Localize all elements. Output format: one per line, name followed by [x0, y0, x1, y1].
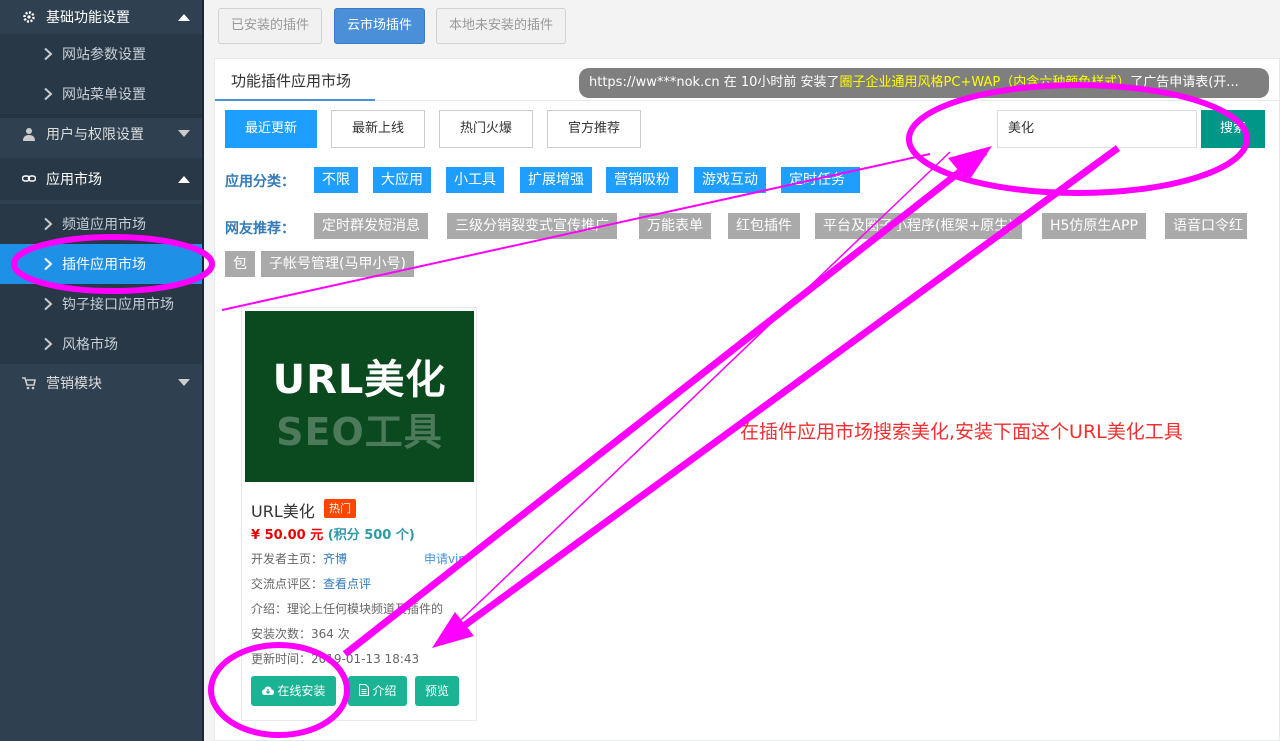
- search-button[interactable]: 搜索: [1201, 110, 1265, 148]
- recommend-chip[interactable]: H5仿原生APP: [1042, 213, 1146, 239]
- category-chip[interactable]: 不限: [314, 167, 358, 193]
- install-count: 安装次数：364 次: [251, 627, 350, 641]
- category-chip[interactable]: 定时任务: [781, 167, 860, 193]
- panel-tab-divider: [375, 100, 1279, 101]
- recommend-chip[interactable]: 三级分销裂变式宣传推广: [447, 213, 617, 239]
- developer-label: 开发者主页：: [251, 552, 324, 566]
- sidebar-item-label: 插件应用市场: [62, 257, 146, 273]
- sidebar-item-site-menu[interactable]: 网站菜单设置: [0, 74, 202, 114]
- comment-label: 交流点评区：: [251, 577, 324, 591]
- sidebar-item-site-params[interactable]: 网站参数设置: [0, 34, 202, 74]
- recommend-chip[interactable]: 红包插件: [728, 213, 800, 239]
- thumbnail-subtitle: SEO工具: [276, 410, 443, 454]
- sidebar-item-plugin-market[interactable]: 插件应用市场: [0, 244, 202, 284]
- sidebar-item-label: 频道应用市场: [62, 217, 146, 233]
- caret-down-icon: [178, 130, 190, 137]
- panel-tab-label: 功能插件应用市场: [231, 72, 352, 90]
- chevron-right-icon: [44, 257, 53, 271]
- document-icon: [358, 683, 369, 697]
- recommend-chip[interactable]: 平台及圈子小程序(框架+原生): [815, 213, 1022, 239]
- developer-link[interactable]: 齐博: [323, 552, 347, 566]
- sidebar-group-users-label: 用户与权限设置: [46, 127, 144, 143]
- link-icon: [22, 175, 36, 182]
- sidebar-group-basic[interactable]: 基础功能设置: [0, 0, 202, 38]
- caret-up-icon: [178, 14, 190, 21]
- notice-suffix: 了广告申请表(开...: [1130, 75, 1239, 90]
- chevron-right-icon: [44, 337, 53, 351]
- hot-badge: 热门: [324, 499, 356, 518]
- recommend-chip[interactable]: 万能表单: [639, 213, 711, 239]
- sidebar-item-label: 网站参数设置: [62, 47, 146, 63]
- intro-button[interactable]: 介绍: [348, 676, 407, 706]
- developer-line: 开发者主页：齐博: [251, 550, 347, 567]
- comment-line: 交流点评区：查看点评: [251, 575, 371, 592]
- plugin-title[interactable]: URL美化: [251, 498, 315, 522]
- sidebar-group-app-market[interactable]: 应用市场: [0, 158, 202, 200]
- recommend-chip[interactable]: 语音口令红: [1165, 213, 1247, 239]
- sidebar-item-label: 钩子接口应用市场: [62, 297, 174, 313]
- apply-vip-link[interactable]: 申请vip: [424, 550, 466, 567]
- recommend-chip[interactable]: 定时群发短消息: [314, 213, 428, 239]
- intro-label: 介绍: [372, 684, 397, 698]
- category-chip[interactable]: 小工具: [446, 167, 504, 193]
- tab-plugin-market[interactable]: 功能插件应用市场: [215, 59, 375, 101]
- chevron-right-icon: [44, 47, 53, 61]
- view-comments-link[interactable]: 查看点评: [323, 577, 371, 591]
- cloud-download-icon: [261, 686, 274, 695]
- sidebar-item-hook-market[interactable]: 钩子接口应用市场: [0, 284, 202, 324]
- notice-prefix: https://ww***nok.cn 在 10小时前 安装了: [589, 75, 840, 90]
- sidebar-group-app-market-label: 应用市场: [46, 172, 102, 188]
- main-content: 已安装的插件 云市场插件 本地未安装的插件 功能插件应用市场 最近更新 最新上线…: [204, 0, 1280, 741]
- tab-installed-plugins[interactable]: 已安装的插件: [218, 8, 323, 44]
- sort-official-button[interactable]: 官方推荐: [547, 110, 641, 148]
- sidebar-item-label: 风格市场: [62, 337, 118, 353]
- install-online-button[interactable]: 在线安装: [251, 676, 336, 706]
- preview-button[interactable]: 预览: [415, 676, 459, 706]
- notice-highlight: 圈子企业通用风格PC+WAP（内含六种颜色样式）: [839, 75, 1131, 90]
- thumbnail-title: URL美化: [272, 357, 447, 403]
- chevron-right-icon: [44, 87, 53, 101]
- recommend-chip[interactable]: 子帐号管理(马甲小号): [261, 251, 414, 277]
- cart-icon: [22, 377, 36, 390]
- tab-cloud-plugins[interactable]: 云市场插件: [334, 8, 426, 44]
- sidebar-group-basic-label: 基础功能设置: [46, 10, 130, 26]
- install-online-label: 在线安装: [277, 684, 326, 698]
- category-chip[interactable]: 游戏互动: [694, 167, 766, 193]
- sidebar-group-users[interactable]: 用户与权限设置: [0, 113, 202, 155]
- price-points: (积分 500 个): [327, 528, 415, 543]
- caret-down-icon: [178, 379, 190, 386]
- caret-up-icon: [178, 176, 190, 183]
- search-input[interactable]: 美化: [997, 110, 1197, 148]
- category-chip[interactable]: 大应用: [373, 167, 431, 193]
- chevron-right-icon: [44, 297, 53, 311]
- sidebar: 基础功能设置 网站参数设置 网站菜单设置 用户与权限设置 应用市场 频道应用市场…: [0, 0, 202, 741]
- category-chip[interactable]: 扩展增强: [520, 167, 592, 193]
- install-notice-banner: https://ww***nok.cn 在 10小时前 安装了圈子企业通用风格P…: [579, 68, 1269, 98]
- category-chip[interactable]: 营销吸粉: [606, 167, 678, 193]
- plugin-intro: 介绍：理论上任何模块频道及插件的: [251, 602, 444, 616]
- sort-latest-update-button[interactable]: 最近更新: [225, 110, 317, 148]
- sidebar-item-style-market[interactable]: 风格市场: [0, 324, 202, 364]
- plugin-card: URL美化 SEO工具 URL美化 热门 ¥ 50.00 元 (积分 500 个…: [241, 307, 477, 721]
- recommend-label: 网友推荐：: [225, 221, 295, 237]
- recommend-chip[interactable]: 包: [225, 251, 255, 277]
- user-icon: [23, 128, 35, 141]
- tab-local-uninstalled[interactable]: 本地未安装的插件: [436, 8, 567, 44]
- instruction-text: 在插件应用市场搜索美化,安装下面这个URL美化工具: [740, 421, 1183, 443]
- update-time: 更新时间：2019-01-13 18:43: [251, 652, 420, 666]
- sidebar-item-channel-market[interactable]: 频道应用市场: [0, 204, 202, 244]
- sort-hot-button[interactable]: 热门火爆: [439, 110, 533, 148]
- sidebar-group-marketing[interactable]: 营销模块: [0, 362, 202, 404]
- plugin-price: ¥ 50.00 元 (积分 500 个): [251, 524, 415, 543]
- category-label: 应用分类：: [225, 174, 295, 190]
- sort-newest-button[interactable]: 最新上线: [331, 110, 425, 148]
- gear-icon: [23, 11, 35, 23]
- chevron-right-icon: [44, 217, 53, 231]
- plugin-market-panel: 功能插件应用市场 最近更新 最新上线 热门火爆 官方推荐 美化 搜索 应用分类：…: [214, 58, 1280, 741]
- sidebar-item-label: 网站菜单设置: [62, 87, 146, 103]
- price-value: ¥ 50.00 元: [251, 528, 324, 543]
- sidebar-group-marketing-label: 营销模块: [46, 376, 102, 392]
- plugin-thumbnail[interactable]: URL美化 SEO工具: [245, 311, 474, 482]
